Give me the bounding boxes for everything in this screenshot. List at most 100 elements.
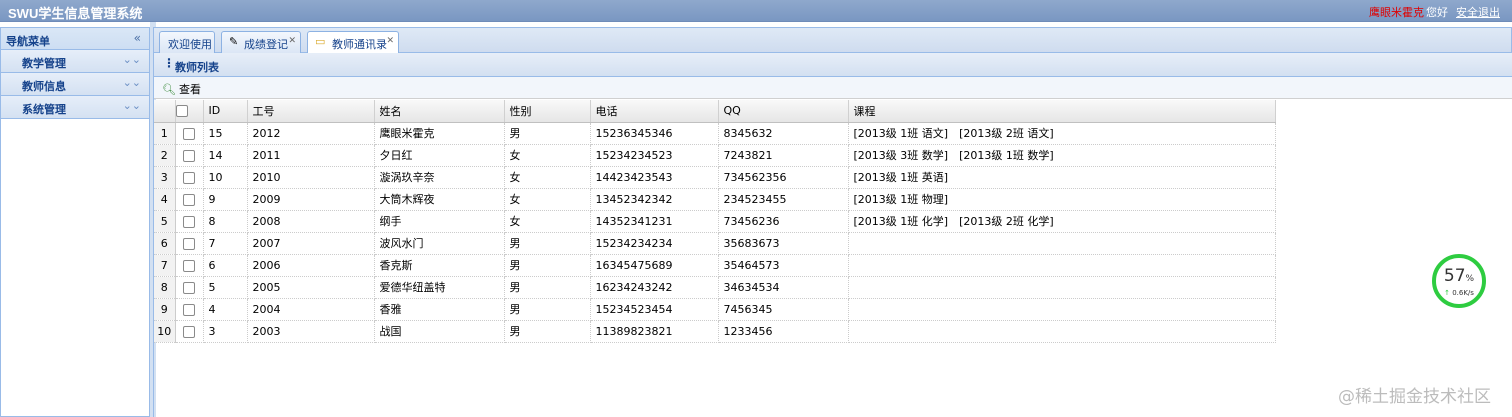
cell-courses: [2013级 1班 化学] [2013级 2班 化学] bbox=[848, 210, 1276, 233]
cell-name: 漩涡玖辛奈 bbox=[374, 166, 505, 189]
network-speed-widget[interactable]: 57% ↑ 0.6K/s bbox=[1432, 254, 1486, 308]
cell-gender: 女 bbox=[504, 188, 591, 211]
cell-name: 香雅 bbox=[374, 298, 505, 321]
cell-gender: 女 bbox=[504, 144, 591, 167]
watermark: @稀土掘金技术社区 bbox=[1338, 387, 1491, 407]
tab-grade-entry[interactable]: ✎ 成绩登记 ✕ bbox=[221, 31, 301, 53]
tab-label: 教师通讯录 bbox=[332, 38, 387, 51]
row-checkbox[interactable] bbox=[183, 149, 195, 162]
row-checkbox-cell bbox=[175, 298, 204, 321]
speed-rate: ↑ 0.6K/s bbox=[1436, 289, 1482, 297]
table-row[interactable]: 7 6 2006 香克斯男 16345475689 35464573 bbox=[154, 254, 1276, 277]
double-chevron-down-icon: ⌄⌄ bbox=[122, 53, 141, 66]
column-header-qq[interactable]: QQ bbox=[718, 100, 849, 123]
column-header-phone[interactable]: 电话 bbox=[590, 100, 719, 123]
cell-gender: 女 bbox=[504, 210, 591, 233]
row-checkbox[interactable] bbox=[183, 215, 195, 228]
rate-value: 0.6K/s bbox=[1452, 289, 1474, 297]
cell-name: 波风水门 bbox=[374, 232, 505, 255]
row-checkbox[interactable] bbox=[183, 259, 195, 272]
cell-id: 7 bbox=[203, 232, 248, 255]
row-checkbox-cell bbox=[175, 254, 204, 277]
cell-qq: 7243821 bbox=[718, 144, 849, 167]
close-icon[interactable]: ✕ bbox=[288, 36, 296, 46]
view-button-label: 查看 bbox=[178, 83, 201, 96]
row-checkbox[interactable] bbox=[183, 325, 195, 338]
cell-name: 大筒木辉夜 bbox=[374, 188, 505, 211]
column-header-name[interactable]: 姓名 bbox=[374, 100, 505, 123]
cell-qq: 34634534 bbox=[718, 276, 849, 299]
row-checkbox-cell bbox=[175, 210, 204, 233]
user-name: 鹰眼米霍克 bbox=[1369, 6, 1424, 19]
table-row[interactable]: 4 9 2009 大筒木辉夜女 13452342342 234523455 [2013级 1… bbox=[154, 188, 1276, 211]
column-header-courses[interactable]: 课程 bbox=[848, 100, 1276, 123]
cell-phone: 16234243242 bbox=[590, 276, 719, 299]
tab-welcome[interactable]: 欢迎使用 bbox=[159, 31, 215, 53]
select-all-header bbox=[175, 100, 204, 123]
cell-id: 10 bbox=[203, 166, 248, 189]
cell-phone: 15234523454 bbox=[590, 298, 719, 321]
table-row[interactable]: 10 3 2003 战国男 11389823821 1233456 bbox=[154, 320, 1276, 343]
cell-gender: 男 bbox=[504, 298, 591, 321]
cell-staffno: 2004 bbox=[247, 298, 375, 321]
row-checkbox-cell bbox=[175, 232, 204, 255]
cell-courses bbox=[848, 298, 1276, 321]
cell-staffno: 2008 bbox=[247, 210, 375, 233]
cell-id: 4 bbox=[203, 298, 248, 321]
cell-qq: 8345632 bbox=[718, 122, 849, 145]
tab-teacher-contacts[interactable]: ▭ 教师通讯录 ✕ bbox=[307, 31, 399, 54]
column-header-gender[interactable]: 性别 bbox=[504, 100, 591, 123]
cell-courses bbox=[848, 320, 1276, 343]
top-header: SWU学生信息管理系统 鹰眼米霍克 您好 安全退出 bbox=[0, 0, 1512, 22]
cell-staffno: 2006 bbox=[247, 254, 375, 277]
cell-courses: [2013级 1班 英语] bbox=[848, 166, 1276, 189]
row-checkbox[interactable] bbox=[183, 281, 195, 294]
row-checkbox[interactable] bbox=[183, 303, 195, 316]
row-checkbox-cell bbox=[175, 320, 204, 343]
row-checkbox[interactable] bbox=[183, 171, 195, 184]
row-number: 3 bbox=[154, 166, 176, 189]
percent-unit: % bbox=[1465, 274, 1475, 284]
collapse-double-left-icon[interactable]: « bbox=[134, 31, 141, 45]
close-icon[interactable]: ✕ bbox=[386, 36, 394, 46]
table-row[interactable]: 9 4 2004 香雅男 15234523454 7456345 bbox=[154, 298, 1276, 321]
cell-courses bbox=[848, 254, 1276, 277]
table-row[interactable]: 8 5 2005 爱德华纽盖特男 16234243242 34634534 bbox=[154, 276, 1276, 299]
cell-courses: [2013级 1班 物理] bbox=[848, 188, 1276, 211]
cell-name: 香克斯 bbox=[374, 254, 505, 277]
row-checkbox[interactable] bbox=[183, 127, 195, 140]
table-row[interactable]: 6 7 2007 波风水门男 15234234234 35683673 bbox=[154, 232, 1276, 255]
column-header-id[interactable]: ID bbox=[203, 100, 248, 123]
cell-courses: [2013级 3班 数学] [2013级 1班 数学] bbox=[848, 144, 1276, 167]
select-all-checkbox[interactable] bbox=[175, 105, 188, 118]
nav-title: 导航菜单 bbox=[6, 35, 50, 48]
sidebar-item-teachers[interactable]: 教师信息 ⌄⌄ bbox=[1, 73, 149, 96]
sidebar-item-teaching[interactable]: 教学管理 ⌄⌄ bbox=[1, 50, 149, 73]
view-button[interactable]: 🔍︎ 查看 bbox=[162, 81, 201, 97]
cell-name: 夕日红 bbox=[374, 144, 505, 167]
table-row[interactable]: 1 15 2012 鹰眼米霍克男 15236345346 8345632 [2013级 1班… bbox=[154, 122, 1276, 145]
row-checkbox[interactable] bbox=[183, 193, 195, 206]
cell-id: 8 bbox=[203, 210, 248, 233]
cell-qq: 234523455 bbox=[718, 188, 849, 211]
table-row[interactable]: 3 10 2010 漩涡玖辛奈女 14423423543 734562356 [2013级 … bbox=[154, 166, 1276, 189]
cell-gender: 男 bbox=[504, 254, 591, 277]
cell-phone: 14352341231 bbox=[590, 210, 719, 233]
cell-phone: 13452342342 bbox=[590, 188, 719, 211]
logout-link[interactable]: 安全退出 bbox=[1456, 6, 1500, 19]
cell-qq: 1233456 bbox=[718, 320, 849, 343]
cell-phone: 14423423543 bbox=[590, 166, 719, 189]
user-area: 鹰眼米霍克 您好 安全退出 bbox=[1369, 4, 1500, 20]
cell-id: 14 bbox=[203, 144, 248, 167]
sidebar-item-system[interactable]: 系统管理 ⌄⌄ bbox=[1, 96, 149, 119]
folder-icon: ▭ bbox=[315, 35, 326, 48]
row-checkbox-cell bbox=[175, 188, 204, 211]
cell-qq: 73456236 bbox=[718, 210, 849, 233]
cell-courses bbox=[848, 276, 1276, 299]
row-checkbox[interactable] bbox=[183, 237, 195, 250]
table-row[interactable]: 2 14 2011 夕日红女 15234234523 7243821 [2013级 3班 数… bbox=[154, 144, 1276, 167]
teacher-list-panel: ⋮ 教师列表 🔍︎ 查看 ID 工号 姓名 性别 电话 QQ 课程 1 15 2012… bbox=[153, 53, 1512, 417]
table-row[interactable]: 5 8 2008 纲手女 14352341231 73456236 [2013级 1班 化学… bbox=[154, 210, 1276, 233]
column-header-staffno[interactable]: 工号 bbox=[247, 100, 375, 123]
speed-percent: 57% bbox=[1436, 266, 1482, 286]
